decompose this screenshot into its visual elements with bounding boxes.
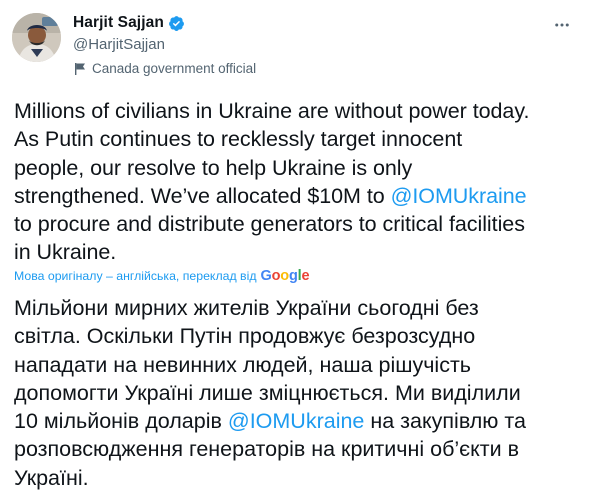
avatar[interactable] [12,13,61,62]
tweet-line: people, our resolve to help Ukraine is o… [14,155,413,180]
author-name[interactable]: Harjit Sajjan [73,14,164,32]
translated-line: допомогти Україні лише зміцнюється. Ми в… [14,380,521,405]
translated-line: нападати на невинних людей, наша рішучіс… [14,352,472,377]
more-options-button[interactable] [551,14,573,36]
tweet: Harjit Sajjan @HarjitSajjan Canada gover… [0,0,591,496]
google-logo: Google [260,268,310,284]
tweet-line: As Putin continues to recklessly target … [14,127,463,152]
verified-badge-icon [168,15,185,32]
translated-text: Мільйони мирних жителів України сьогодні… [14,294,586,492]
translated-line: Україні. [14,465,89,490]
more-options-icon [555,23,569,27]
translated-line-segment: на закупівлю та [364,409,526,434]
tweet-text: Millions of civilians in Ukraine are wit… [14,97,586,267]
tweet-line: strengthened. We’ve allocated $10M to @I… [14,182,586,210]
avatar-image [12,13,61,62]
translated-line: розповсюдження генераторів на критичні о… [14,437,520,462]
translated-line: Мільйони мирних жителів України сьогодні… [14,296,479,320]
mention-link[interactable]: @IOMUkraine [228,409,365,433]
tweet-line: in Ukraine. [14,240,117,265]
tweet-line-segment: strengthened. We’ve allocated $10M to [14,183,391,208]
author-name-row: Harjit Sajjan [73,14,185,32]
translation-note[interactable]: Мова оригіналу – англійська, переклад ві… [14,268,310,284]
translation-note-text: Мова оригіналу – англійська, переклад ві… [14,269,257,283]
official-label-text: Canada government official [92,61,257,76]
tweet-line: to procure and distribute generators to … [14,212,525,237]
translated-line: світла. Оскільки Путін продовжує безрозс… [14,324,476,349]
government-flag-icon [73,62,87,76]
mention-link[interactable]: @IOMUkraine [391,184,527,208]
author-handle[interactable]: @HarjitSajjan [73,36,165,53]
translated-line: 10 мільйонів доларів @IOMUkraine на заку… [14,407,586,435]
translated-line-segment: 10 мільйонів доларів [14,409,228,434]
tweet-line: Millions of civilians in Ukraine are wit… [14,99,530,123]
official-label: Canada government official [73,61,256,76]
